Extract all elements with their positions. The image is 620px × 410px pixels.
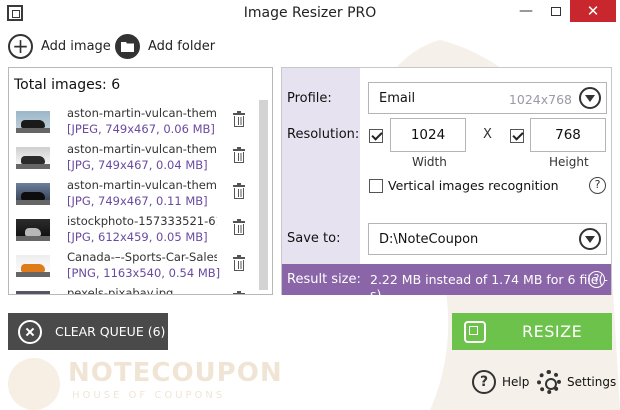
file-name: aston-martin-vulcan-theme...: [67, 106, 217, 120]
total-images-label: Total images: 6: [14, 77, 121, 93]
close-button[interactable]: ✕: [570, 0, 616, 22]
width-checkbox[interactable]: [369, 129, 383, 143]
file-meta: [JPG, 749x467, 0.04 MB]: [67, 158, 208, 172]
image-thumbnail: [16, 147, 50, 169]
file-name: aston-martin-vulcan-theme...: [67, 178, 217, 192]
save-to-value: D:\NoteCoupon: [379, 232, 479, 247]
help-icon[interactable]: ?: [589, 177, 606, 194]
image-thumbnail: [16, 183, 50, 205]
profile-value: Email: [379, 91, 416, 106]
resolution-separator: X: [483, 127, 492, 142]
pencil-logo-icon: [8, 358, 60, 410]
list-item[interactable]: Canada-–-Sports-Car-Sales... [PNG, 1163x…: [9, 248, 259, 284]
image-queue-panel: Total images: 6 aston-martin-vulcan-them…: [8, 67, 273, 295]
trash-icon[interactable]: [233, 291, 245, 294]
plus-icon: +: [8, 33, 33, 59]
image-list: aston-martin-vulcan-theme... [JPEG, 749x…: [9, 104, 259, 295]
height-caption: Height: [549, 155, 589, 169]
help-button[interactable]: ? Help: [472, 370, 529, 394]
result-size-value: 2.22 MB instead of 1.74 MB for 6 file(-s…: [370, 272, 608, 302]
save-to-dropdown[interactable]: D:\NoteCoupon: [368, 223, 607, 255]
file-name: pexels-pixabay.jpg: [67, 286, 174, 295]
resize-button[interactable]: RESIZE: [452, 313, 612, 350]
chevron-down-icon: [579, 87, 601, 109]
watermark: NOTECOUPON HOUSE OF COUPONS: [8, 356, 282, 410]
clear-queue-label: CLEAR QUEUE (6): [55, 324, 166, 339]
file-meta: [JPG, 612x459, 0.05 MB]: [67, 230, 208, 244]
image-thumbnail: [16, 111, 50, 133]
help-label: Help: [502, 375, 530, 389]
file-name: aston-martin-vulcan-theme...: [67, 142, 217, 156]
watermark-subtitle: HOUSE OF COUPONS: [72, 390, 226, 401]
add-folder-button[interactable]: Add folder: [115, 33, 215, 59]
close-circle-icon: [18, 319, 42, 344]
profile-dropdown[interactable]: Email 1024x768: [368, 82, 607, 114]
maximize-icon: [551, 6, 561, 16]
add-image-button[interactable]: + Add image: [8, 33, 111, 59]
chevron-down-icon: [579, 228, 601, 250]
question-icon: ?: [472, 370, 496, 394]
vertical-recognition-label: Vertical images recognition: [388, 178, 559, 193]
settings-button[interactable]: Settings: [537, 370, 616, 394]
height-checkbox[interactable]: [510, 129, 524, 143]
maximize-button[interactable]: [542, 0, 570, 22]
settings-label: Settings: [567, 375, 617, 389]
resize-icon: [464, 320, 486, 343]
image-thumbnail: [16, 219, 50, 241]
trash-icon[interactable]: [233, 255, 245, 271]
profile-label: Profile:: [287, 91, 332, 106]
add-image-label: Add image: [41, 38, 111, 54]
width-caption: Width: [412, 155, 447, 169]
add-folder-label: Add folder: [148, 38, 216, 54]
list-item[interactable]: aston-martin-vulcan-theme... [JPEG, 749x…: [9, 104, 259, 140]
trash-icon[interactable]: [233, 183, 245, 199]
vertical-recognition-checkbox[interactable]: [369, 179, 383, 193]
minimize-button[interactable]: —: [512, 0, 540, 22]
queue-scrollbar[interactable]: [259, 100, 268, 290]
image-thumbnail: [16, 291, 50, 294]
trash-icon[interactable]: [233, 147, 245, 163]
trash-icon[interactable]: [233, 219, 245, 235]
trash-icon[interactable]: [233, 111, 245, 127]
file-meta: [JPG, 749x467, 0.11 MB]: [67, 194, 208, 208]
save-to-label: Save to:: [287, 231, 341, 246]
result-size-bar: Result size: 2.22 MB instead of 1.74 MB …: [282, 264, 611, 302]
watermark-title: NOTECOUPON: [68, 358, 283, 388]
clear-queue-button[interactable]: CLEAR QUEUE (6): [8, 313, 168, 350]
image-thumbnail: [16, 255, 50, 277]
profile-size-hint: 1024x768: [508, 92, 572, 107]
file-meta: [JPEG, 749x467, 0.06 MB]: [67, 122, 215, 136]
resolution-label: Resolution:: [287, 127, 360, 142]
file-name: Canada-–-Sports-Car-Sales...: [67, 250, 217, 264]
file-meta: [PNG, 1163x540, 0.54 MB]: [67, 266, 221, 280]
width-input[interactable]: 1024: [390, 118, 466, 152]
list-item[interactable]: pexels-pixabay.jpg: [9, 284, 259, 295]
gear-icon: [537, 370, 561, 394]
resize-label: RESIZE: [522, 322, 583, 341]
result-size-label: Result size:: [287, 272, 361, 287]
settings-panel: Profile: Resolution: Save to: Email 1024…: [281, 67, 612, 302]
title-bar: Image Resizer PRO — ✕: [0, 0, 620, 28]
list-item[interactable]: istockphoto-157333521-61... [JPG, 612x45…: [9, 212, 259, 248]
list-item[interactable]: aston-martin-vulcan-theme... [JPG, 749x4…: [9, 140, 259, 176]
folder-icon: [115, 33, 140, 59]
file-name: istockphoto-157333521-61...: [67, 214, 217, 228]
height-input[interactable]: 768: [530, 118, 606, 152]
help-icon[interactable]: ?: [588, 271, 605, 288]
list-item[interactable]: aston-martin-vulcan-theme... [JPG, 749x4…: [9, 176, 259, 212]
